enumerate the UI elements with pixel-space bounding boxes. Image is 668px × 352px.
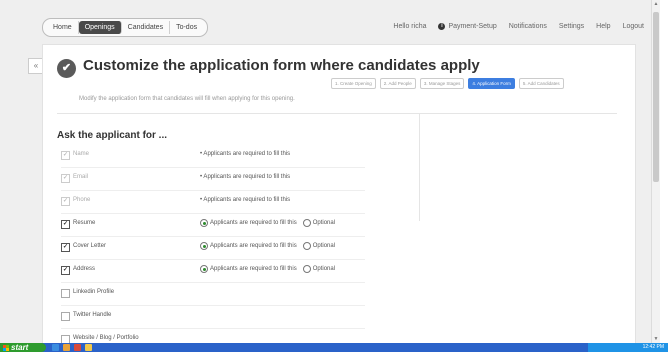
field-checkbox: ✓ (61, 174, 70, 183)
logout-link[interactable]: Logout (623, 23, 644, 30)
required-radio-label: Applicants are required to fill this (210, 243, 297, 249)
field-checkbox[interactable] (61, 312, 70, 321)
field-checkbox[interactable] (61, 335, 70, 343)
requirement-options: Applicants are required to fill this Opti… (200, 219, 335, 227)
step-application-form[interactable]: 4. Application Form (468, 78, 515, 89)
browser-viewport: Home Openings Candidates To-dos Hello ri… (0, 0, 660, 343)
field-label: Twitter Handle (73, 312, 112, 318)
page-subtitle: Modify the application form that candida… (79, 96, 295, 102)
field-label: Linkedin Profile (73, 289, 115, 295)
field-row: Website / Blog / Portfolio (61, 329, 365, 343)
taskbar: start 12:42 PM (0, 343, 668, 352)
vertical-divider (419, 113, 420, 221)
nav-todos[interactable]: To-dos (170, 21, 203, 34)
field-row: Twitter Handle (61, 306, 365, 329)
required-radio[interactable] (200, 242, 208, 250)
nav-candidates[interactable]: Candidates (122, 21, 171, 34)
wizard-steps: 1. Create Opening 2. Add People 3. Manag… (331, 78, 564, 89)
field-checkbox[interactable] (61, 289, 70, 298)
step-create-opening[interactable]: 1. Create Opening (331, 78, 376, 89)
notifications-link[interactable]: Notifications (509, 23, 547, 30)
optional-radio[interactable] (302, 219, 311, 227)
info-icon: i (438, 23, 446, 30)
field-label: Name (73, 151, 90, 157)
scroll-thumb[interactable] (653, 12, 659, 182)
field-row: ✓ Email • Applicants are required to fill … (61, 168, 365, 191)
optional-radio-label: Optional (312, 243, 336, 249)
system-tray: 12:42 PM (588, 343, 668, 352)
scroll-up-arrow-icon[interactable]: ▲ (653, 1, 659, 7)
field-list: ✓ Name • Applicants are required to fill t… (61, 145, 365, 343)
nav-home[interactable]: Home (47, 21, 79, 34)
field-checkbox: ✓ (61, 197, 70, 206)
optional-radio[interactable] (302, 242, 311, 250)
required-radio-label: Applicants are required to fill this (210, 266, 297, 272)
field-label: Email (73, 174, 89, 180)
step-manage-stages[interactable]: 3. Manage Stages (419, 78, 465, 89)
field-checkbox[interactable]: ✓ (61, 220, 70, 229)
page-title: Customize the application form where can… (83, 57, 480, 74)
explorer-icon[interactable] (85, 344, 92, 351)
field-label: Website / Blog / Portfolio (73, 335, 139, 341)
main-panel: ✔ Customize the application form where c… (42, 44, 636, 343)
main-nav: Home Openings Candidates To-dos (42, 18, 209, 37)
field-row: ✓ Address Applicants are required to fill … (61, 260, 365, 283)
field-label: Phone (73, 197, 91, 203)
field-checkbox[interactable]: ✓ (61, 266, 70, 275)
nav-openings[interactable]: Openings (78, 21, 122, 34)
requirement-options: Applicants are required to fill this Opti… (200, 242, 335, 250)
field-row: ✓ Resume Applicants are required to fill t… (61, 214, 365, 237)
media-player-icon[interactable] (74, 344, 81, 351)
payment-setup-link[interactable]: i Payment-Setup (438, 23, 497, 30)
required-radio[interactable] (200, 219, 208, 227)
check-circle-icon: ✔ (57, 59, 76, 78)
ie-icon[interactable] (52, 344, 59, 351)
divider (57, 113, 617, 114)
field-label: Address (73, 266, 96, 272)
required-note: • Applicants are required to fill this (200, 197, 291, 203)
folder-icon[interactable] (63, 344, 70, 351)
field-row: ✓ Name • Applicants are required to fill t… (61, 145, 365, 168)
field-row: ✓ Cover Letter Applicants are required to … (61, 237, 365, 260)
field-row: ✓ Phone • Applicants are required to fill … (61, 191, 365, 214)
optional-radio-label: Optional (312, 266, 336, 272)
optional-radio-label: Optional (312, 220, 336, 226)
vertical-scrollbar[interactable]: ▲ ▼ (651, 0, 660, 343)
clock: 12:42 PM (642, 344, 664, 350)
required-radio-label: Applicants are required to fill this (210, 220, 297, 226)
required-note: • Applicants are required to fill this (200, 151, 291, 157)
greeting: Hello richa (393, 23, 427, 30)
top-links: Hello richa i Payment-Setup Notification… (393, 23, 644, 30)
start-button[interactable]: start (0, 343, 46, 352)
field-row: Linkedin Profile (61, 283, 365, 306)
field-label: Resume (73, 220, 96, 226)
optional-radio[interactable] (302, 265, 311, 273)
payment-setup-label: Payment-Setup (448, 23, 497, 30)
field-checkbox[interactable]: ✓ (61, 243, 70, 252)
start-label: start (11, 343, 29, 352)
help-link[interactable]: Help (596, 23, 610, 30)
required-note: • Applicants are required to fill this (200, 174, 291, 180)
settings-link[interactable]: Settings (559, 23, 584, 30)
scroll-down-arrow-icon[interactable]: ▼ (653, 336, 659, 342)
field-label: Cover Letter (73, 243, 107, 249)
step-add-candidates[interactable]: 5. Add Candidates (518, 78, 564, 89)
step-add-people[interactable]: 2. Add People (379, 78, 416, 89)
windows-logo-icon (3, 344, 9, 351)
required-radio[interactable] (200, 265, 208, 273)
section-heading: Ask the applicant for ... (57, 130, 168, 141)
requirement-options: Applicants are required to fill this Opti… (200, 265, 335, 273)
field-checkbox: ✓ (61, 151, 70, 160)
